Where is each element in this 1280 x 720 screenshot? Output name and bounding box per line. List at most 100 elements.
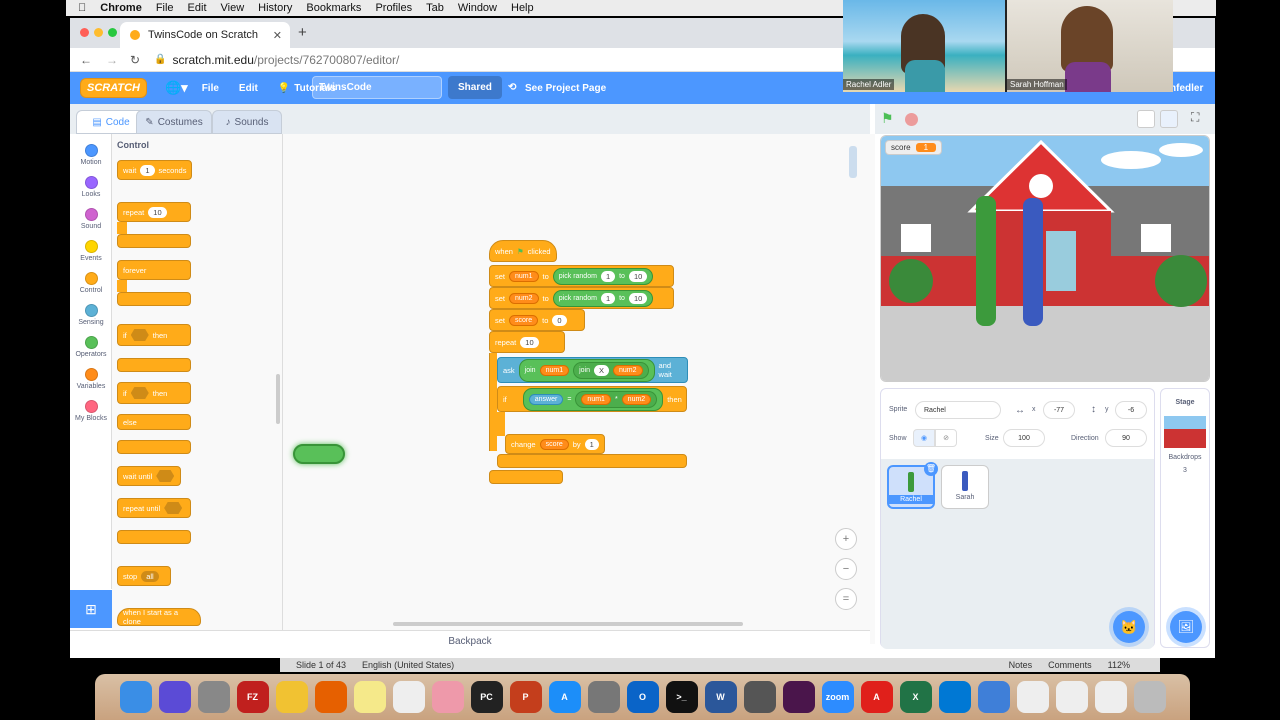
chrome-icon[interactable] [275, 681, 308, 713]
choose-backdrop-button[interactable]: 🖼 [1170, 611, 1202, 643]
repeat-block[interactable]: repeat 10 [117, 202, 191, 222]
project-title-input[interactable]: TwinsCode [312, 76, 442, 99]
doc2-icon[interactable] [1055, 681, 1088, 713]
scratch-logo[interactable]: SCRATCH [80, 78, 147, 98]
dragged-operator-block[interactable] [293, 444, 345, 464]
photos-icon[interactable] [431, 681, 464, 713]
url-domain[interactable]: scratch.mit.edu [173, 53, 254, 67]
close-tab-icon[interactable]: ✕ [273, 29, 282, 42]
if-else-block[interactable]: if then [117, 382, 191, 404]
language-globe-icon[interactable]: 🌐▾ [165, 80, 188, 96]
wait-until-block[interactable]: wait until [117, 466, 181, 486]
palette-scrollbar[interactable] [276, 374, 280, 424]
category-motion[interactable]: Motion [70, 140, 112, 172]
sprite-tile-rachel[interactable]: Rachel 🗑 [887, 462, 938, 509]
menu-bookmarks[interactable]: Bookmarks [306, 2, 361, 14]
launchpad-icon[interactable] [197, 681, 230, 713]
stage-target-panel[interactable]: Stage Backdrops 3 🖼 [1160, 388, 1210, 648]
small-stage-icon[interactable] [1137, 110, 1155, 128]
slack-icon[interactable] [782, 681, 815, 713]
repeat-10-block[interactable]: repeat 10 [489, 331, 565, 353]
menu-edit[interactable]: Edit [188, 2, 207, 14]
close-window-button[interactable] [80, 28, 89, 37]
choose-sprite-button[interactable]: 🐱 [1113, 611, 1145, 643]
notes-button[interactable]: Notes [1009, 660, 1033, 670]
doc3-icon[interactable] [1094, 681, 1127, 713]
hide-icon[interactable]: ⊘ [935, 429, 957, 447]
when-flag-clicked-block[interactable]: when ⚑ clicked [489, 240, 557, 262]
green-flag-icon[interactable]: ⚑ [881, 110, 894, 127]
category-control[interactable]: Control [70, 268, 112, 300]
firefox-icon[interactable] [314, 681, 347, 713]
user-menu[interactable]: hfedler [1170, 83, 1203, 94]
category-events[interactable]: Events [70, 236, 112, 268]
file-menu[interactable]: File [202, 83, 219, 94]
zoom-level[interactable]: 112% [1108, 660, 1130, 670]
settings-icon[interactable] [587, 681, 620, 713]
forever-block[interactable]: forever [117, 260, 191, 280]
trash-icon[interactable] [1133, 681, 1166, 713]
category-operators[interactable]: Operators [70, 332, 112, 364]
powerpoint-icon[interactable]: P [509, 681, 542, 713]
sprite-tile-sarah[interactable]: Sarah [941, 465, 989, 509]
boolean-slot[interactable] [130, 329, 149, 341]
comments-button[interactable]: Comments [1048, 660, 1092, 670]
menu-profiles[interactable]: Profiles [375, 2, 412, 14]
add-extension-button[interactable]: ⊞ [70, 590, 112, 628]
wait-block[interactable]: wait 1 seconds [117, 160, 193, 180]
outlook-icon[interactable]: O [626, 681, 659, 713]
menu-help[interactable]: Help [511, 2, 534, 14]
direction-input[interactable]: 90 [1105, 429, 1147, 447]
stage-canvas[interactable]: score 1 [880, 135, 1210, 382]
menu-app[interactable]: Chrome [100, 2, 142, 14]
see-project-page-button[interactable]: See Project Page [525, 83, 606, 94]
excel-icon[interactable]: X [899, 681, 932, 713]
zoom-out-icon[interactable]: − [835, 558, 857, 580]
menu-window[interactable]: Window [458, 2, 497, 14]
large-stage-icon[interactable] [1160, 110, 1178, 128]
boolean-slot[interactable] [156, 470, 175, 482]
size-input[interactable]: 100 [1003, 429, 1045, 447]
finder-icon[interactable] [119, 681, 152, 713]
menu-file[interactable]: File [156, 2, 174, 14]
forward-icon[interactable]: → [106, 53, 118, 67]
menu-view[interactable]: View [221, 2, 245, 14]
delete-sprite-icon[interactable]: 🗑 [924, 462, 938, 476]
appstore-icon[interactable]: A [548, 681, 581, 713]
language-status[interactable]: English (United States) [362, 660, 454, 670]
tab-costumes[interactable]: ✎ Costumes [136, 110, 212, 134]
show-visible-icon[interactable]: ◉ [913, 429, 935, 447]
doc-icon[interactable] [1016, 681, 1049, 713]
stop-icon[interactable] [905, 113, 918, 126]
calculator-icon[interactable] [743, 681, 776, 713]
boolean-slot[interactable] [164, 502, 183, 514]
apple-icon[interactable]:  [78, 2, 86, 14]
menu-history[interactable]: History [258, 2, 292, 14]
when-clone-block[interactable]: when I start as a clone [117, 608, 201, 626]
acrobat-icon[interactable]: A [860, 681, 893, 713]
minimize-window-button[interactable] [94, 28, 103, 37]
url-path[interactable]: /projects/762700807/editor/ [254, 53, 399, 67]
ask-block[interactable]: ask join num1 join Xnum2 and wait [497, 357, 688, 383]
back-icon[interactable]: ← [80, 53, 92, 67]
category-my-blocks[interactable]: My Blocks [70, 396, 112, 428]
change-score-block[interactable]: change score by 1 [505, 434, 605, 454]
zoom-window-button[interactable] [108, 28, 117, 37]
vscode-icon[interactable] [938, 681, 971, 713]
set-num2-block[interactable]: set num2 to pick random 1 to 10 [489, 287, 674, 309]
category-sensing[interactable]: Sensing [70, 300, 112, 332]
category-variables[interactable]: Variables [70, 364, 112, 396]
code-workspace[interactable]: when ⚑ clicked set num1 to pick random 1 to 10 s… [283, 134, 875, 644]
stop-block[interactable]: stop all [117, 566, 171, 586]
boolean-slot[interactable] [130, 387, 149, 399]
shared-button[interactable]: Shared [448, 76, 502, 99]
reload-icon[interactable]: ↻ [130, 53, 140, 67]
notes-icon[interactable] [353, 681, 386, 713]
set-score-block[interactable]: set score to 0 [489, 309, 585, 331]
browser-tab[interactable]: TwinsCode on Scratch ✕ [120, 22, 290, 48]
rachel-sprite[interactable] [976, 196, 996, 326]
repeat-until-block[interactable]: repeat until [117, 498, 191, 518]
new-tab-icon[interactable]: + [298, 24, 307, 41]
workspace-scrollbar[interactable] [393, 622, 743, 626]
if-block[interactable]: if answer = num1 * num2 then [497, 386, 687, 412]
